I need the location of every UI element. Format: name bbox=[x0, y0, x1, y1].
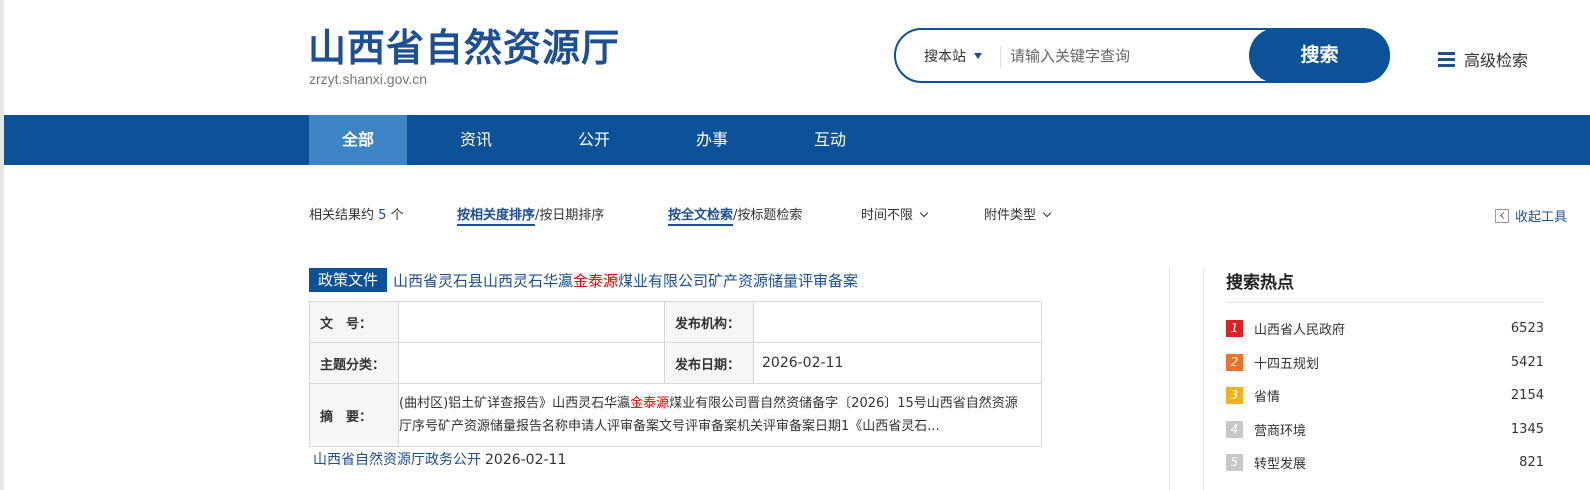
table-row: 文 号： 发布机构： bbox=[309, 301, 1042, 343]
main-nav: 全部 资讯 公开 办事 互动 bbox=[4, 115, 1590, 165]
hot-searches-divider bbox=[1226, 302, 1544, 303]
summary-label: 摘 要： bbox=[309, 383, 399, 447]
hot-search-name: 省情 bbox=[1254, 390, 1281, 406]
time-filter-dropdown[interactable]: 时间不限 bbox=[861, 206, 929, 226]
fulltext-search-option[interactable]: 按全文检索 bbox=[668, 208, 734, 226]
title-text-before: 山西省灵石县山西灵石华瀛 bbox=[393, 271, 574, 290]
doc-type-badge: 政策文件 bbox=[309, 268, 388, 292]
search-scope-select[interactable]: 搜本站 bbox=[924, 46, 966, 66]
result-info-table: 文 号： 发布机构： 主题分类： 发布日期： 2026-02-11 摘 要： (… bbox=[309, 301, 1042, 447]
search-input[interactable] bbox=[1010, 42, 1240, 70]
advanced-search-label: 高级检索 bbox=[1464, 51, 1529, 70]
nav-tab-news[interactable]: 资讯 bbox=[427, 115, 525, 165]
result-title-link[interactable]: 山西省灵石县山西灵石华瀛金泰源煤业有限公司矿产资源储量评审备案 bbox=[393, 270, 858, 291]
hot-search-count: 2154 bbox=[1510, 388, 1544, 404]
chevron-down-icon bbox=[1042, 208, 1052, 218]
collapse-tools-label: 收起工具 bbox=[1515, 210, 1568, 225]
search-button[interactable]: 搜索 bbox=[1249, 28, 1390, 83]
result-title-row: 政策文件 山西省灵石县山西灵石华瀛金泰源煤业有限公司矿产资源储量评审备案 bbox=[309, 268, 858, 292]
rank-badge: 4 bbox=[1226, 420, 1243, 438]
hot-search-name: 转型发展 bbox=[1254, 457, 1307, 473]
doc-no-label: 文 号： bbox=[309, 301, 399, 343]
doc-no-value bbox=[398, 301, 665, 343]
sort-date-option[interactable]: /按日期排序 bbox=[535, 208, 604, 223]
table-row: 主题分类： 发布日期： 2026-02-11 bbox=[309, 342, 1042, 384]
hot-search-count: 5421 bbox=[1510, 354, 1544, 370]
caret-down-icon[interactable] bbox=[974, 53, 982, 59]
sort-relevance-option[interactable]: 按相关度排序 bbox=[457, 208, 536, 226]
hot-search-item[interactable]: 4 营商环境 1345 bbox=[1226, 413, 1544, 447]
hot-searches-title: 搜索热点 bbox=[1226, 273, 1294, 293]
hot-search-item[interactable]: 1 山西省人民政府 6523 bbox=[1226, 312, 1544, 346]
hot-search-name: 十四五规划 bbox=[1254, 356, 1320, 372]
summary-value: (曲村区)铝土矿详查报告》山西灵石华瀛金泰源煤业有限公司晋自然资储备字〔2026… bbox=[398, 383, 1042, 447]
site-domain: zrzyt.shanxi.gov.cn bbox=[309, 71, 428, 87]
table-row: 摘 要： (曲村区)铝土矿详查报告》山西灵石华瀛金泰源煤业有限公司晋自然资储备字… bbox=[309, 383, 1042, 447]
hot-search-count: 6523 bbox=[1510, 321, 1544, 337]
result-source: 山西省自然资源厅政务公开 2026-02-11 bbox=[313, 449, 566, 469]
summary-text-before: (曲村区)铝土矿详查报告》山西灵石华瀛 bbox=[399, 396, 631, 411]
summary-keyword-highlight: 金泰源 bbox=[630, 396, 670, 411]
menu-icon bbox=[1438, 51, 1455, 67]
result-source-link[interactable]: 山西省自然资源厅政务公开 bbox=[313, 452, 481, 468]
result-count-prefix: 相关结果约 bbox=[309, 208, 375, 223]
nav-tab-interaction[interactable]: 互动 bbox=[781, 115, 879, 165]
publish-date-label: 发布日期： bbox=[664, 342, 754, 384]
hot-search-item[interactable]: 3 省情 2154 bbox=[1226, 379, 1544, 413]
result-count: 相关结果约 5 个 bbox=[309, 206, 404, 226]
result-count-number: 5 bbox=[378, 208, 387, 223]
publish-date-value: 2026-02-11 bbox=[753, 342, 1042, 384]
attachment-filter-label: 附件类型 bbox=[984, 208, 1037, 223]
nav-tab-services[interactable]: 办事 bbox=[663, 115, 761, 165]
sort-options: 按相关度排序/按日期排序 bbox=[457, 206, 604, 226]
time-filter-label: 时间不限 bbox=[861, 208, 914, 223]
chevron-left-icon bbox=[1495, 208, 1509, 223]
hot-search-count: 1345 bbox=[1510, 421, 1544, 437]
nav-tab-all[interactable]: 全部 bbox=[309, 115, 407, 165]
rank-badge: 1 bbox=[1226, 320, 1243, 338]
search-mode-options: 按全文检索/按标题检索 bbox=[668, 206, 802, 226]
content-divider bbox=[1169, 268, 1170, 490]
rank-badge: 2 bbox=[1226, 353, 1243, 371]
collapse-tools-button[interactable]: 收起工具 bbox=[1495, 206, 1567, 225]
title-text-after: 煤业有限公司矿产资源储量评审备案 bbox=[618, 271, 859, 290]
hot-search-item[interactable]: 2 十四五规划 5421 bbox=[1226, 346, 1544, 380]
chevron-down-icon bbox=[919, 208, 929, 218]
rank-badge: 5 bbox=[1226, 454, 1243, 472]
rank-badge: 3 bbox=[1226, 387, 1243, 405]
hot-search-name: 营商环境 bbox=[1254, 423, 1307, 439]
search-divider bbox=[1000, 46, 1001, 68]
result-count-suffix: 个 bbox=[390, 208, 404, 223]
title-search-option[interactable]: /按标题检索 bbox=[733, 208, 802, 223]
hot-search-item[interactable]: 5 转型发展 821 bbox=[1226, 446, 1544, 480]
result-source-date: 2026-02-11 bbox=[485, 452, 567, 468]
summary-text: (曲村区)铝土矿详查报告》山西灵石华瀛金泰源煤业有限公司晋自然资储备字〔2026… bbox=[399, 392, 1029, 438]
hot-search-count: 821 bbox=[1519, 455, 1544, 471]
search-box: 搜本站 搜索 bbox=[894, 28, 1390, 83]
hot-search-name: 山西省人民政府 bbox=[1254, 323, 1346, 339]
title-keyword-highlight: 金泰源 bbox=[573, 271, 619, 290]
page-left-border bbox=[0, 0, 4, 490]
subject-label: 主题分类： bbox=[309, 342, 399, 384]
advanced-search-link[interactable]: 高级检索 bbox=[1438, 47, 1528, 71]
publisher-value bbox=[753, 301, 1042, 343]
attachment-filter-dropdown[interactable]: 附件类型 bbox=[984, 206, 1052, 226]
subject-value bbox=[398, 342, 665, 384]
nav-tab-public[interactable]: 公开 bbox=[545, 115, 643, 165]
publisher-label: 发布机构： bbox=[664, 301, 754, 343]
sidebar-divider bbox=[1203, 268, 1204, 490]
hot-searches-list: 1 山西省人民政府 6523 2 十四五规划 5421 3 省情 2154 4 … bbox=[1226, 312, 1544, 480]
site-title[interactable]: 山西省自然资源厅 bbox=[308, 24, 620, 72]
